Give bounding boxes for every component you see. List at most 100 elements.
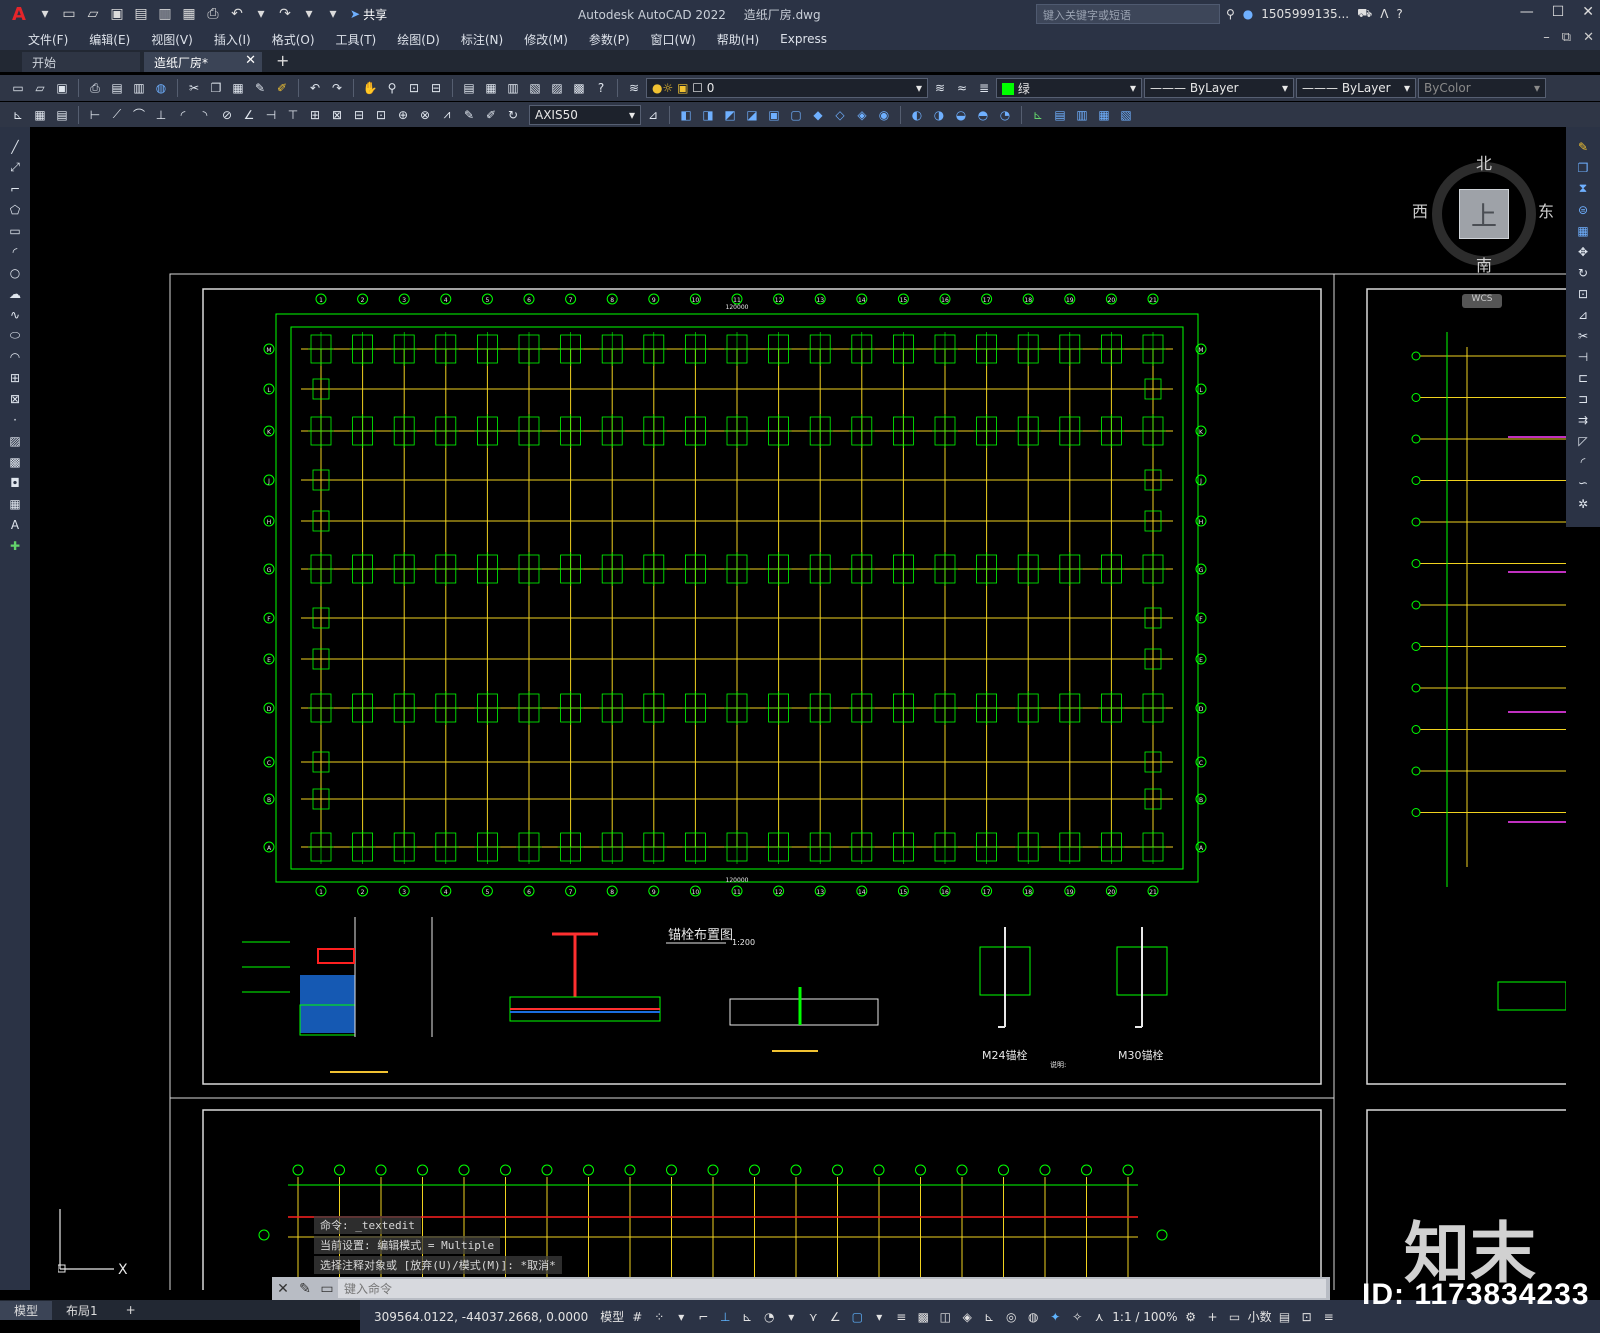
- infer-constraints-icon[interactable]: ⌐: [694, 1310, 712, 1324]
- tab-close-icon[interactable]: ✕: [245, 53, 256, 68]
- offset-icon[interactable]: ⊜: [1572, 200, 1594, 219]
- spline-icon[interactable]: ∿: [4, 305, 26, 324]
- jogged-linear-icon[interactable]: ⩘: [437, 105, 457, 125]
- join-icon[interactable]: ⇉: [1572, 410, 1594, 429]
- menu-item[interactable]: 工具(T): [326, 31, 388, 48]
- web-icon[interactable]: ◍: [151, 78, 171, 98]
- dim-radius-icon[interactable]: ◜: [173, 105, 193, 125]
- plus-icon[interactable]: +: [1204, 1310, 1222, 1324]
- open-file-icon[interactable]: ▱: [82, 3, 104, 25]
- save-as-icon[interactable]: ▤: [130, 3, 152, 25]
- viewcube-west[interactable]: 西: [1412, 198, 1428, 222]
- polar-icon[interactable]: ◔: [760, 1310, 778, 1324]
- dim-aligned-icon[interactable]: ⟋: [107, 105, 127, 125]
- snap-icon[interactable]: ⁘: [650, 1310, 668, 1324]
- ucs-face-icon[interactable]: ▥: [1072, 105, 1092, 125]
- close-icon[interactable]: ✕: [1582, 4, 1594, 20]
- dim-style-manager-icon[interactable]: ⊿: [643, 105, 663, 125]
- viewcube-north[interactable]: 北: [1476, 150, 1492, 174]
- linetype-dropdown[interactable]: ——— ByLayer ▾: [1144, 78, 1294, 98]
- view-right-icon[interactable]: ◪: [742, 105, 762, 125]
- dim-space-icon[interactable]: ⊠: [327, 105, 347, 125]
- dim-ordinate-icon[interactable]: ⊥: [151, 105, 171, 125]
- menu-item[interactable]: 标注(N): [451, 31, 514, 48]
- mtext-icon[interactable]: A: [4, 515, 26, 534]
- block-editor-icon[interactable]: ✐: [272, 78, 292, 98]
- inspect-icon[interactable]: ⊗: [415, 105, 435, 125]
- view-back-icon[interactable]: ▢: [786, 105, 806, 125]
- dim-break-icon[interactable]: ⊟: [349, 105, 369, 125]
- search-icon[interactable]: ⚲: [1226, 7, 1235, 21]
- markup-icon[interactable]: ▨: [547, 78, 567, 98]
- layer-properties-icon[interactable]: ≋: [624, 78, 644, 98]
- redo-dropdown-icon[interactable]: ▾: [298, 3, 320, 25]
- view-front-icon[interactable]: ▣: [764, 105, 784, 125]
- arc-icon[interactable]: ◜: [4, 242, 26, 261]
- explode-icon[interactable]: ✲: [1572, 494, 1594, 513]
- menu-item[interactable]: 修改(M): [514, 31, 579, 48]
- visual-style-hidden-icon[interactable]: ◒: [951, 105, 971, 125]
- blend-curves-icon[interactable]: ∽: [1572, 473, 1594, 492]
- drawing-close-icon[interactable]: ✕: [1583, 30, 1594, 45]
- fillet-icon[interactable]: ◜: [1572, 452, 1594, 471]
- redo-icon[interactable]: ↷: [327, 78, 347, 98]
- selection-cycling-icon[interactable]: ◫: [936, 1310, 954, 1324]
- annotation-visibility-icon[interactable]: ✦: [1046, 1310, 1064, 1324]
- zoom-previous-icon[interactable]: ⊟: [426, 78, 446, 98]
- tab-drawing[interactable]: 造纸厂房* ✕: [144, 52, 262, 72]
- color-dropdown[interactable]: 绿 ▾: [996, 78, 1142, 98]
- ucs-icon[interactable]: ⊾: [8, 105, 28, 125]
- dim-text-edit-icon[interactable]: ✐: [481, 105, 501, 125]
- annotation-scale-icon[interactable]: ⋏: [1090, 1310, 1108, 1324]
- line-icon[interactable]: ╱: [4, 137, 26, 156]
- menu-item[interactable]: 参数(P): [579, 31, 641, 48]
- cart-icon[interactable]: ⛟: [1357, 6, 1372, 22]
- ucs-object-icon[interactable]: ▦: [1094, 105, 1114, 125]
- center-mark-icon[interactable]: ⊕: [393, 105, 413, 125]
- pan-icon[interactable]: ✋: [360, 78, 380, 98]
- publish-icon[interactable]: ▥: [129, 78, 149, 98]
- drawing-minimize-icon[interactable]: –: [1543, 30, 1550, 45]
- gear-icon[interactable]: ⚙: [1182, 1310, 1200, 1324]
- new-icon[interactable]: ▭: [8, 78, 28, 98]
- units-value[interactable]: 小数: [1248, 1308, 1272, 1325]
- view-left-icon[interactable]: ◩: [720, 105, 740, 125]
- lineweight-icon[interactable]: ≡: [892, 1310, 910, 1324]
- trim-icon[interactable]: ✂: [1572, 326, 1594, 345]
- tab-start[interactable]: 开始: [22, 52, 140, 72]
- app-menu-chevron-icon[interactable]: ▾: [34, 3, 56, 25]
- command-customize-icon[interactable]: ✎: [294, 1281, 316, 1297]
- gradient-icon[interactable]: ▩: [4, 452, 26, 471]
- menu-item[interactable]: Express: [770, 32, 838, 46]
- command-close-icon[interactable]: ✕: [272, 1281, 294, 1297]
- menu-item[interactable]: 绘图(D): [387, 31, 451, 48]
- menu-item[interactable]: 插入(I): [204, 31, 262, 48]
- move-icon[interactable]: ✥: [1572, 242, 1594, 261]
- annotation-scale-value[interactable]: 1:1 / 100%: [1112, 1310, 1177, 1324]
- design-center-icon[interactable]: ▦: [481, 78, 501, 98]
- match-properties-icon[interactable]: ✎: [250, 78, 270, 98]
- text-style-icon[interactable]: ▦: [30, 105, 50, 125]
- circle-icon[interactable]: ○: [4, 263, 26, 282]
- autodesk-account-icon[interactable]: Λ: [1380, 7, 1388, 21]
- user-name[interactable]: 1505999135...: [1261, 7, 1349, 21]
- viewcube-top-face[interactable]: 上: [1459, 189, 1509, 239]
- dim-style-icon[interactable]: ▤: [52, 105, 72, 125]
- quick-dim-icon[interactable]: ⊣: [261, 105, 281, 125]
- viewcube[interactable]: 北 南 西 东 上 WCS: [1412, 150, 1554, 308]
- ellipse-icon[interactable]: ⬭: [4, 326, 26, 345]
- visual-style-wire-icon[interactable]: ◑: [929, 105, 949, 125]
- object-snap-dropdown-icon[interactable]: ▾: [870, 1310, 888, 1324]
- visual-style-realistic-icon[interactable]: ◓: [973, 105, 993, 125]
- layer-previous-icon[interactable]: ≋: [930, 78, 950, 98]
- insert-block-icon[interactable]: ⊞: [4, 368, 26, 387]
- help-icon[interactable]: ?: [591, 78, 611, 98]
- command-recent-icon[interactable]: ▭: [316, 1281, 338, 1297]
- rotate-icon[interactable]: ↻: [1572, 263, 1594, 282]
- viewcube-south[interactable]: 南: [1476, 252, 1492, 276]
- undo-dropdown-icon[interactable]: ▾: [250, 3, 272, 25]
- ortho-icon[interactable]: ⊾: [738, 1310, 756, 1324]
- extend-icon[interactable]: ⊣: [1572, 347, 1594, 366]
- scale-icon[interactable]: ⊡: [1572, 284, 1594, 303]
- object-snap-icon[interactable]: ▢: [848, 1310, 866, 1324]
